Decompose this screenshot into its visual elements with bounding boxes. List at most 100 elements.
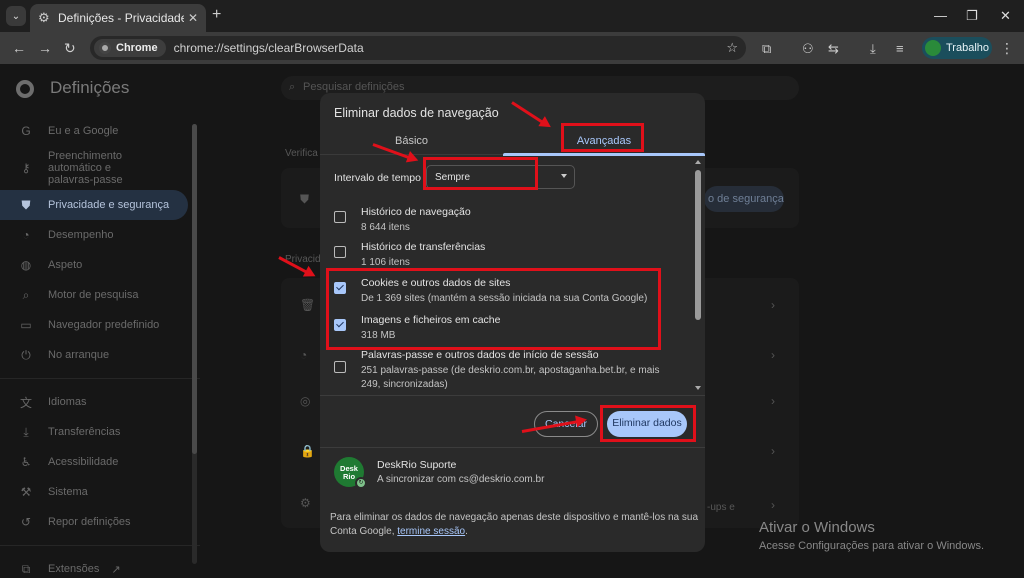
- sidebar-item-label: Transferências: [48, 426, 121, 438]
- external-link-icon: ↗: [111, 563, 121, 576]
- tab-title: Definições - Privacidade e segu: [58, 11, 184, 25]
- palette-icon: ◍: [20, 258, 32, 272]
- new-tab-button[interactable]: +: [212, 6, 221, 24]
- safety-check-button[interactable]: o de segurança: [704, 186, 784, 212]
- chip-label: Chrome: [116, 42, 158, 54]
- tab-search-icon[interactable]: ⌄: [6, 6, 26, 26]
- sidebar-divider: [0, 378, 200, 379]
- translate-icon: 文: [19, 395, 32, 410]
- minimize-icon[interactable]: —: [934, 8, 947, 23]
- sidebar-item-performance[interactable]: ◔ Desempenho: [0, 220, 200, 250]
- profile-label: Trabalho: [946, 42, 990, 54]
- reading-list-icon[interactable]: ≡: [896, 41, 904, 56]
- sidebar-item-extensions[interactable]: ⧉ Extensões ↗: [0, 554, 200, 578]
- sidebar-item-label: Eu e a Google: [48, 125, 119, 137]
- divider: [320, 447, 705, 448]
- options-scrollbar[interactable]: [695, 160, 701, 390]
- scroll-down-icon[interactable]: [695, 386, 701, 390]
- scroll-up-icon[interactable]: [695, 160, 701, 164]
- checkbox-passwords[interactable]: [334, 361, 346, 373]
- dropdown-caret-icon: [561, 174, 567, 178]
- address-bar[interactable]: Chrome chrome://settings/clearBrowserDat…: [90, 36, 746, 60]
- bookmark-star-icon[interactable]: ☆: [726, 40, 738, 56]
- gear-icon: ⚙: [38, 10, 50, 25]
- highlight-clear-button: [600, 405, 696, 442]
- chevron-right-icon: ›: [771, 348, 775, 362]
- activate-windows-text: Acesse Configurações para ativar o Windo…: [759, 540, 984, 552]
- page-title: Definições: [50, 78, 130, 97]
- key-icon: ⚷: [21, 161, 31, 175]
- download-toolbar-icon[interactable]: ⤓: [870, 41, 876, 57]
- sidebar-item-appearance[interactable]: ◍ Aspeto: [0, 250, 200, 280]
- chevron-right-icon: ›: [771, 498, 775, 512]
- sign-out-link[interactable]: termine sessão: [397, 526, 465, 537]
- footnote-end: .: [465, 526, 468, 537]
- browser-icon: ▭: [20, 318, 32, 332]
- sidebar-item-label: Idiomas: [48, 396, 87, 408]
- sidebar-item-languages[interactable]: 文 Idiomas: [0, 387, 200, 417]
- extensions-icon[interactable]: ⧉: [762, 41, 771, 57]
- scrollbar-thumb[interactable]: [695, 170, 701, 320]
- chrome-icon: [99, 42, 111, 54]
- option-title: Histórico de navegação: [361, 206, 471, 218]
- checkbox-browsing-history[interactable]: [334, 211, 346, 223]
- back-icon[interactable]: ←: [12, 40, 26, 56]
- puzzle-icon: ⧉: [21, 561, 31, 576]
- footnote-text: Para eliminar os dados de navegação apen…: [330, 512, 699, 537]
- shield-check-icon: ⛊: [300, 192, 310, 206]
- option-title: Palavras-passe e outros dados de início …: [361, 349, 599, 361]
- forward-icon[interactable]: →: [38, 40, 52, 56]
- close-window-icon[interactable]: ✕: [1000, 8, 1011, 24]
- sidebar-item-label: Privacidade e segurança: [48, 199, 170, 211]
- sidebar-item-downloads[interactable]: ⤓ Transferências: [0, 417, 200, 447]
- browser-tab[interactable]: ⚙ Definições - Privacidade e segu ✕: [30, 4, 206, 32]
- translate-toolbar-icon[interactable]: ⇆: [828, 41, 839, 57]
- account-row: Desk Rio ↻ DeskRio Suporte A sincronizar…: [334, 455, 694, 491]
- sidebar-item-label: No arranque: [48, 349, 110, 361]
- sidebar: G Eu e a Google ⚷ Preenchimento automático…: [0, 116, 200, 578]
- safe-browsing-icon: ◎: [300, 394, 311, 408]
- accessibility-icon: ♿: [20, 455, 32, 469]
- menu-kebab-icon[interactable]: ⋮: [1000, 40, 1014, 57]
- highlight-selected-options: [326, 268, 661, 350]
- highlight-advanced-tab: [561, 123, 644, 152]
- sidebar-item-startup[interactable]: ⏻ No arranque: [0, 340, 200, 370]
- trash-icon: 🗑: [300, 298, 316, 312]
- account-sync-status: A sincronizar com cs@deskrio.com.br: [377, 474, 545, 485]
- tune-icon: ⚙: [300, 496, 311, 510]
- wrench-icon: ⚒: [20, 485, 32, 499]
- close-tab-icon[interactable]: ✕: [188, 11, 198, 25]
- sidebar-item-label: Acessibilidade: [48, 456, 119, 468]
- reset-icon: ↺: [20, 515, 32, 529]
- sidebar-item-reset[interactable]: ↺ Repor definições: [0, 507, 200, 537]
- activate-windows-title: Ativar o Windows: [759, 519, 875, 536]
- reload-icon[interactable]: ↻: [64, 40, 76, 57]
- sync-badge-icon: ↻: [355, 477, 367, 489]
- restore-icon[interactable]: ❐: [966, 8, 978, 24]
- chevron-right-icon: ›: [771, 394, 775, 408]
- sidebar-item-privacy[interactable]: ⛊ Privacidade e segurança: [0, 190, 188, 220]
- search-icon: ⌕: [289, 81, 296, 93]
- lock-icon: 🔒: [300, 444, 315, 458]
- sidebar-item-autofill[interactable]: ⚷ Preenchimento automático e palavras-pas…: [0, 146, 200, 190]
- sidebar-item-label: Repor definições: [48, 516, 131, 528]
- sidebar-item-label: Motor de pesquisa: [48, 289, 139, 301]
- checkbox-download-history[interactable]: [334, 246, 346, 258]
- scrollbar-thumb[interactable]: [192, 124, 197, 454]
- sidebar-item-search-engine[interactable]: ⌕ Motor de pesquisa: [0, 280, 200, 310]
- power-icon: ⏻: [21, 347, 31, 362]
- chrome-logo-icon: [16, 80, 34, 98]
- profile-button[interactable]: Trabalho: [922, 37, 992, 59]
- site-info-chip[interactable]: Chrome: [94, 39, 166, 57]
- sidebar-item-accessibility[interactable]: ♿ Acessibilidade: [0, 447, 200, 477]
- toolbar: ← → ↻ Chrome chrome://settings/clearBrow…: [0, 32, 1024, 64]
- sidebar-item-label: Navegador predefinido: [48, 319, 160, 331]
- sidebar-scrollbar[interactable]: [192, 124, 197, 564]
- sidebar-item-google[interactable]: G Eu e a Google: [0, 116, 200, 146]
- sidebar-item-system[interactable]: ⚒ Sistema: [0, 477, 200, 507]
- sidebar-item-default-browser[interactable]: ▭ Navegador predefinido: [0, 310, 200, 340]
- sign-out-note: Para eliminar os dados de navegação apen…: [330, 511, 700, 539]
- section-heading-safety-check: Verifica: [285, 148, 318, 159]
- search-icon: ⌕: [22, 287, 30, 302]
- extension-a-icon[interactable]: ⚇: [802, 41, 814, 57]
